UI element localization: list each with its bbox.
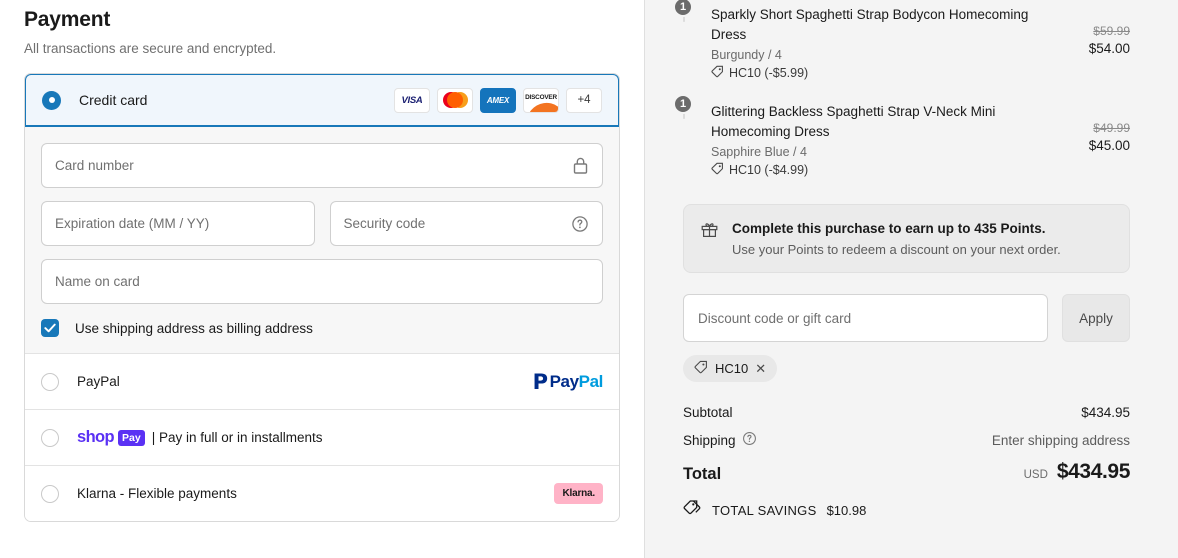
payment-method-label: Credit card [79,92,148,108]
amex-icon: AMEX [480,87,516,113]
discount-code-input[interactable]: Discount code or gift card [683,294,1048,342]
applied-discounts-row: HC10 ✕ [683,355,1130,382]
total-value: $434.95 [1056,460,1131,483]
total-currency: USD [1023,469,1048,481]
order-summary-section: 1 1 Sparkly Short Spaghetti Strap Bodyco… [645,0,1178,558]
payment-methods-list: Credit card VISA AMEX DISCOVER +4 Card n… [24,73,620,522]
payment-subtitle: All transactions are secure and encrypte… [24,41,277,56]
card-brand-badges: VISA AMEX DISCOVER +4 [394,87,602,113]
product-thumbnail: 1 [673,0,693,22]
points-banner-subtitle: Use your Points to redeem a discount on … [732,242,1061,257]
close-icon[interactable]: ✕ [755,362,766,375]
card-cvv-input[interactable]: Security code [329,201,603,246]
radio-selected-icon[interactable] [42,90,61,110]
shipping-value: Enter shipping address [991,432,1130,448]
card-number-placeholder: Card number [55,158,134,173]
radio-unselected-icon[interactable] [41,484,59,503]
payment-method-label: PayPal [77,374,120,389]
applied-discount-pill: HC10 ✕ [683,355,778,382]
subtotal-label: Subtotal [683,405,733,420]
totals-block: Subtotal $434.95 Shipping Enter shipping… [683,405,1130,521]
checkbox-checked-icon[interactable] [41,319,59,337]
quantity-badge: 1 [673,0,693,17]
payment-method-label: | Pay in full or in installments [151,430,323,445]
help-circle-icon[interactable] [571,215,589,233]
help-circle-icon[interactable] [742,431,757,449]
mastercard-icon [437,87,473,113]
list-item: 1 Sparkly Short Spaghetti Strap Bodycon … [673,0,1130,91]
product-compare-price: $59.99 [1093,24,1130,38]
payment-method-shop-pay[interactable]: shop Pay | Pay in full or in installment… [25,409,619,465]
payment-method-credit-card[interactable]: Credit card VISA AMEX DISCOVER +4 [25,74,619,127]
klarna-icon: Klarna. [554,483,603,504]
card-number-input[interactable]: Card number [41,143,603,188]
lock-icon [572,156,589,175]
discount-code-label: HC10 [715,361,749,376]
product-discount: HC10 (-$4.99) [711,162,1060,178]
credit-card-form: Card number Expiration date (MM / YY) Se… [25,127,619,353]
card-name-placeholder: Name on card [55,274,140,289]
quantity-badge: 1 [673,94,693,114]
product-name: Sparkly Short Spaghetti Strap Bodycon Ho… [711,7,1029,42]
card-expiry-input[interactable]: Expiration date (MM / YY) [41,201,315,246]
tag-icon [711,65,724,81]
product-price: $45.00 [1088,138,1130,153]
card-expiry-placeholder: Expiration date (MM / YY) [55,216,210,231]
total-row: Total USD $434.95 [683,460,1130,484]
total-savings-row: TOTAL SAVINGS $10.98 [683,499,1130,521]
card-cvv-placeholder: Security code [343,216,426,231]
payment-section: Payment All transactions are secure and … [0,0,645,558]
radio-unselected-icon[interactable] [41,428,59,447]
loyalty-points-banner: Complete this purchase to earn up to 435… [683,204,1130,273]
total-savings-label: TOTAL SAVINGS [712,502,817,518]
card-expiry-cvv-row: Expiration date (MM / YY) Security code [41,201,603,246]
payment-method-paypal[interactable]: PayPal P Pay Pal [25,353,619,409]
shop-pay-icon: shop Pay [77,428,145,447]
radio-unselected-icon[interactable] [41,372,59,391]
page-title: Payment [24,8,111,31]
cart-items-list: 1 1 Sparkly Short Spaghetti Strap Bodyco… [673,0,1130,188]
visa-icon: VISA [394,87,430,113]
payment-method-klarna[interactable]: Klarna - Flexible payments Klarna. [25,465,619,521]
payment-method-label: Klarna - Flexible payments [77,486,237,501]
product-price: $54.00 [1088,41,1130,56]
subtotal-row: Subtotal $434.95 [683,405,1130,420]
apply-discount-button[interactable]: Apply [1062,294,1130,342]
product-variant: Sapphire Blue / 4 [711,145,807,159]
paypal-icon: P Pay Pal [532,369,604,394]
product-compare-price: $49.99 [1093,121,1130,135]
discount-code-placeholder: Discount code or gift card [698,310,852,326]
product-thumbnail: 1 [673,94,693,119]
billing-address-checkbox-row[interactable]: Use shipping address as billing address [41,319,603,337]
checkout-page: Payment All transactions are secure and … [0,0,1178,558]
card-name-input[interactable]: Name on card [41,259,603,304]
subtotal-value: $434.95 [1081,405,1130,420]
list-item: 1 Glittering Backless Spaghetti Strap V-… [673,91,1130,188]
shipping-row: Shipping Enter shipping address [683,431,1130,449]
billing-address-label: Use shipping address as billing address [75,320,313,336]
total-savings-value: $10.98 [826,502,867,518]
points-banner-title: Complete this purchase to earn up to 435… [732,221,1046,236]
double-tag-icon [683,499,702,521]
discover-icon: DISCOVER [523,87,559,113]
tag-icon [711,162,724,178]
tag-icon [694,360,708,377]
more-card-brands-badge: +4 [566,87,602,113]
gift-icon [700,220,719,244]
total-label: Total [683,465,722,483]
product-variant: Burgundy / 4 [711,48,782,62]
shipping-label: Shipping [683,431,757,449]
product-name: Glittering Backless Spaghetti Strap V-Ne… [711,104,996,139]
product-discount: HC10 (-$5.99) [711,65,1060,81]
discount-code-row: Discount code or gift card Apply [683,294,1130,342]
